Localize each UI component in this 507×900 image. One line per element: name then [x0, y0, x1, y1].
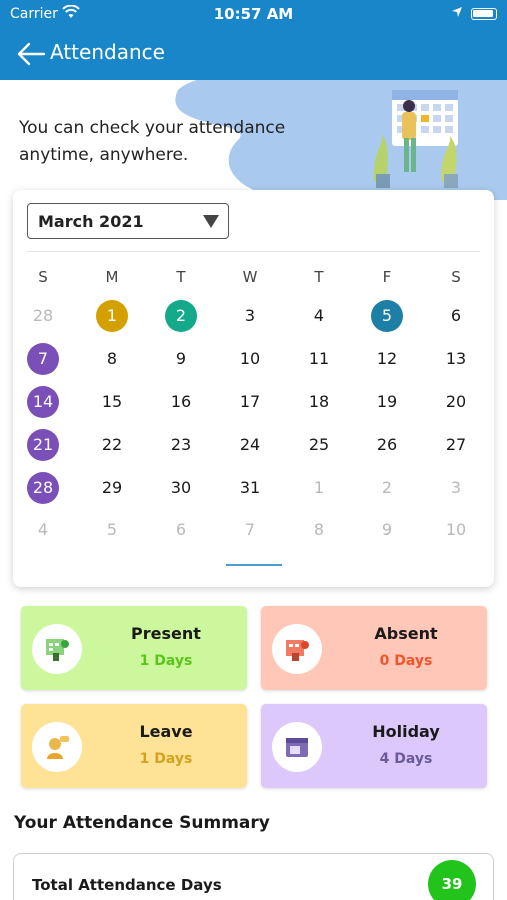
calendar-day[interactable]: 24	[230, 429, 270, 461]
weekday-header: M	[105, 268, 119, 286]
calendar-day[interactable]: 23	[161, 429, 201, 461]
calendar-day[interactable]: 17	[230, 386, 270, 418]
summary-card[interactable]: Total Attendance Days 39	[13, 853, 494, 900]
total-attendance-count: 39	[428, 860, 476, 900]
calendar-day[interactable]: 4	[23, 514, 63, 546]
calendar-day[interactable]: 8	[92, 343, 132, 375]
stat-count: 1 Days	[139, 751, 193, 767]
calendar-day[interactable]: 3	[230, 300, 270, 332]
leave-icon	[32, 722, 82, 772]
calendar-day[interactable]: 15	[92, 386, 132, 418]
calendar-day[interactable]: 5	[92, 514, 132, 546]
back-arrow-icon[interactable]	[16, 41, 46, 67]
calendar-day[interactable]: 3	[436, 472, 476, 504]
calendar-day[interactable]: 2	[367, 472, 407, 504]
calendar-day[interactable]: 28	[23, 300, 63, 332]
weekday-header: S	[38, 268, 48, 286]
calendar-day[interactable]: 9	[161, 343, 201, 375]
weekday-header: F	[382, 268, 392, 286]
page-title: Attendance	[50, 40, 165, 64]
calendar-day[interactable]: 19	[367, 386, 407, 418]
calendar-day-present[interactable]: 1	[96, 300, 128, 332]
calendar-day[interactable]: 10	[230, 343, 270, 375]
dropdown-caret-icon	[203, 215, 219, 228]
calendar-day-absent[interactable]: 2	[165, 300, 197, 332]
calendar-day-holiday[interactable]: 7	[27, 343, 59, 375]
battery-icon	[471, 8, 497, 20]
stat-name: Holiday	[372, 722, 440, 741]
calendar-day-holiday[interactable]: 28	[27, 472, 59, 504]
calendar-day[interactable]: 31	[230, 472, 270, 504]
weekday-header: W	[242, 268, 258, 286]
stat-card-holiday[interactable]: Holiday 4 Days	[261, 704, 487, 788]
calendar-day[interactable]: 7	[230, 514, 270, 546]
stat-name: Leave	[139, 722, 193, 741]
calendar-person-illustration	[373, 90, 458, 188]
app-bar: Attendance	[0, 28, 507, 80]
location-arrow-icon	[452, 7, 462, 17]
weekday-header: T	[176, 268, 186, 286]
calendar-day[interactable]: 12	[367, 343, 407, 375]
calendar-day[interactable]: 10	[436, 514, 476, 546]
status-bar: Carrier 10:57 AM	[0, 0, 507, 28]
calendar-day[interactable]: 29	[92, 472, 132, 504]
stat-card-present[interactable]: Present 1 Days	[21, 606, 247, 690]
calendar-day[interactable]: 25	[299, 429, 339, 461]
calendar-day[interactable]: 22	[92, 429, 132, 461]
calendar-day[interactable]: 1	[299, 472, 339, 504]
calendar-card: March 2021 S M T W T F S 28 1 2 3 4 5 6 7 8 9 10 11 12 13 14 1…	[13, 190, 494, 587]
calendar-day-holiday[interactable]: 21	[27, 429, 59, 461]
month-selector[interactable]: March 2021	[27, 203, 229, 239]
weekday-header: T	[314, 268, 324, 286]
calendar-day[interactable]: 26	[367, 429, 407, 461]
calendar-day[interactable]: 6	[436, 300, 476, 332]
stat-name: Absent	[374, 624, 438, 643]
total-attendance-label: Total Attendance Days	[32, 876, 222, 894]
stat-count: 1 Days	[139, 653, 193, 669]
calendar-day[interactable]: 13	[436, 343, 476, 375]
calendar-day-leave[interactable]: 5	[371, 300, 403, 332]
holiday-icon	[272, 722, 322, 772]
stat-card-leave[interactable]: Leave 1 Days	[21, 704, 247, 788]
divider	[27, 251, 480, 252]
calendar-day[interactable]: 8	[299, 514, 339, 546]
stat-card-absent[interactable]: Absent 0 Days	[261, 606, 487, 690]
calendar-day[interactable]: 30	[161, 472, 201, 504]
calendar-day[interactable]: 6	[161, 514, 201, 546]
calendar-day[interactable]: 20	[436, 386, 476, 418]
intro-text: You can check your attendance anytime, a…	[19, 118, 286, 165]
page-indicator	[226, 564, 282, 566]
stat-count: 4 Days	[379, 751, 433, 767]
weekday-header: S	[451, 268, 461, 286]
summary-title: Your Attendance Summary	[14, 813, 270, 833]
clock: 10:57 AM	[213, 5, 294, 23]
calendar-day[interactable]: 18	[299, 386, 339, 418]
calendar-day-holiday[interactable]: 14	[27, 386, 59, 418]
calendar-day[interactable]: 11	[299, 343, 339, 375]
stat-count: 0 Days	[379, 653, 433, 669]
calendar-day[interactable]: 16	[161, 386, 201, 418]
month-selector-value: March 2021	[38, 212, 144, 231]
present-icon	[32, 624, 82, 674]
stat-name: Present	[131, 624, 201, 643]
calendar-day[interactable]: 4	[299, 300, 339, 332]
calendar-day[interactable]: 27	[436, 429, 476, 461]
absent-icon	[272, 624, 322, 674]
calendar-day[interactable]: 9	[367, 514, 407, 546]
